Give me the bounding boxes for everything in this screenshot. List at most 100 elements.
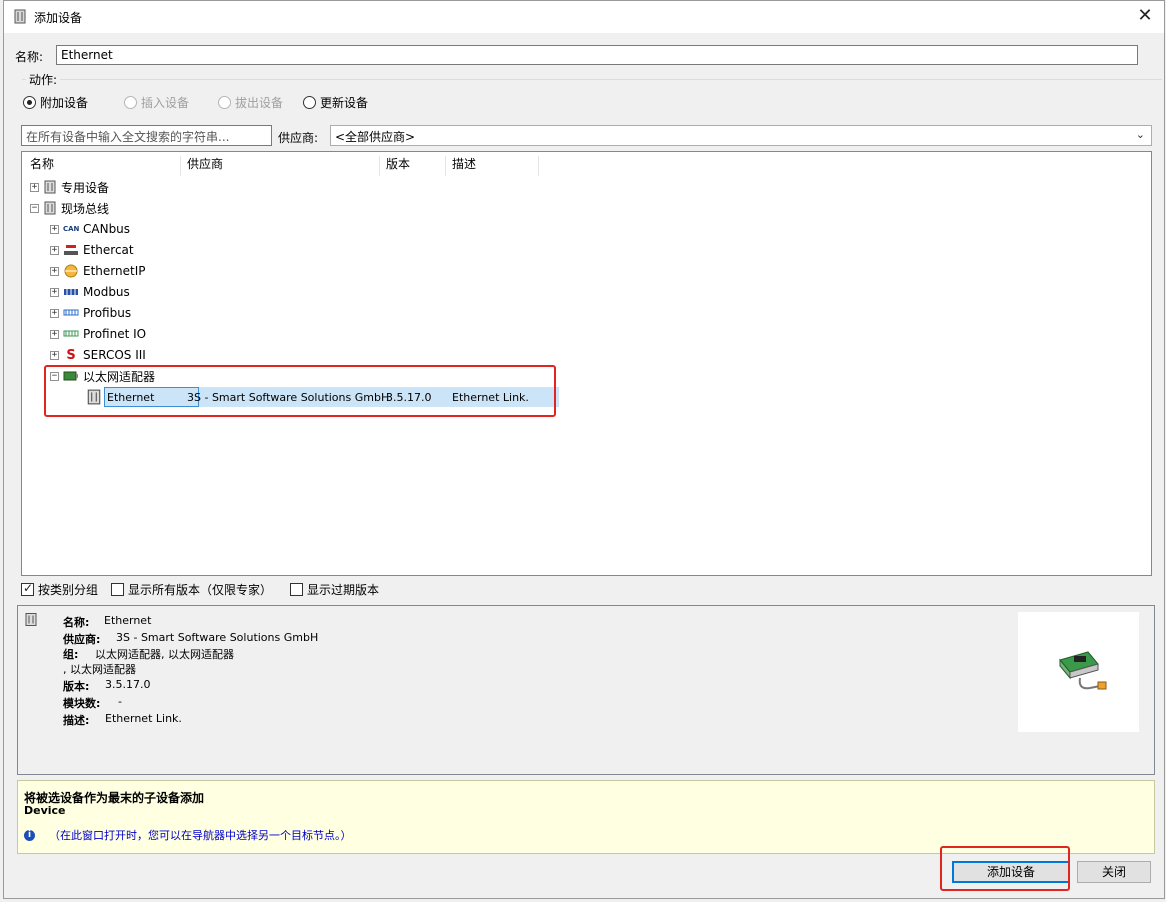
vendor-label: 供应商:	[278, 131, 319, 145]
message-subtitle: Device	[24, 804, 66, 817]
tree-node-label: SERCOS III	[83, 348, 146, 362]
vendor-value: <全部供应商>	[335, 130, 416, 144]
message-hint: i （在此窗口打开时，您可以在导航器中选择另一个目标节点。）	[24, 827, 352, 843]
action-title: 动作:	[26, 71, 61, 88]
expand-icon[interactable]: +	[30, 182, 39, 192]
radio-dot	[303, 96, 316, 109]
column-header-description[interactable]: 描述	[446, 156, 539, 176]
window-title: 添加设备	[34, 11, 83, 25]
tree-node-label: Profibus	[83, 306, 132, 320]
checkbox-label: 按类别分组	[38, 583, 99, 597]
radio-dot	[23, 96, 36, 109]
info-vendor-label: 供应商:	[63, 633, 101, 646]
checkbox	[290, 583, 303, 596]
checkbox-show-all-versions[interactable]: 显示所有版本（仅限专家）	[111, 581, 272, 598]
tree-node-label: 专用设备	[61, 180, 110, 195]
name-field[interactable]: Ethernet	[56, 45, 1138, 65]
radio-label: 附加设备	[40, 96, 89, 110]
radio-label: 更新设备	[320, 96, 369, 110]
info-desc-label: 描述:	[63, 714, 90, 727]
device-info-panel: 名称: Ethernet 供应商: 3S - Smart Software So…	[17, 605, 1155, 775]
close-button[interactable]: 关闭	[1077, 861, 1151, 883]
info-group-label: 组:	[63, 648, 79, 661]
tree-node-canbus[interactable]: + CAN CANbus	[50, 220, 130, 238]
tree-node-special-devices[interactable]: + 专用设备	[30, 178, 109, 196]
checkbox-show-outdated[interactable]: 显示过期版本	[290, 581, 379, 598]
add-device-dialog: 添加设备 ✕ 名称: Ethernet 动作: 附加设备 插入设备 拔出设备 更…	[3, 0, 1165, 899]
profibus-icon	[63, 309, 79, 316]
tree-node-profibus[interactable]: + Profibus	[50, 304, 131, 322]
expand-icon[interactable]: +	[50, 350, 59, 360]
info-version-label: 版本:	[63, 680, 90, 693]
expand-icon[interactable]: +	[50, 287, 59, 297]
checkbox-label: 显示所有版本（仅限专家）	[128, 583, 273, 597]
can-icon: CAN	[63, 225, 80, 233]
info-version-value: 3.5.17.0	[105, 678, 151, 691]
title-bar: 添加设备 ✕	[4, 1, 1164, 33]
column-header-vendor[interactable]: 供应商	[181, 156, 380, 176]
radio-insert-device[interactable]: 插入设备	[124, 94, 189, 111]
info-name-label: 名称:	[63, 616, 90, 629]
tree-node-label: Ethercat	[83, 243, 134, 257]
name-label: 名称:	[15, 50, 44, 64]
info-modules-value: -	[118, 695, 122, 708]
device-icon	[14, 9, 26, 24]
tree-node-label: 现场总线	[61, 201, 110, 216]
tree-node-ethercat[interactable]: + Ethercat	[50, 241, 134, 259]
message-panel: 将被选设备作为最末的子设备添加 Device i （在此窗口打开时，您可以在导航…	[17, 780, 1155, 854]
radio-update-device[interactable]: 更新设备	[303, 94, 368, 111]
device-preview-image	[1018, 612, 1139, 732]
checkbox	[111, 583, 124, 596]
info-desc-value: Ethernet Link.	[105, 712, 182, 725]
tree-node-ethernetip[interactable]: + EthernetIP	[50, 262, 145, 280]
radio-label: 插入设备	[141, 96, 190, 110]
expand-icon[interactable]: +	[50, 266, 59, 276]
tree-node-label: EthernetIP	[83, 264, 146, 278]
checkbox-group-by-category[interactable]: 按类别分组	[21, 581, 98, 598]
radio-unplug-device[interactable]: 拔出设备	[218, 94, 283, 111]
info-vendor-value: 3S - Smart Software Solutions GmbH	[116, 631, 319, 644]
tree-node-label: Modbus	[83, 285, 130, 299]
tree-node-modbus[interactable]: + Modbus	[50, 283, 130, 301]
sercos-icon: S	[66, 347, 76, 363]
tree-node-label: Profinet IO	[83, 327, 147, 341]
radio-label: 拔出设备	[235, 96, 284, 110]
device-icon	[44, 180, 56, 194]
column-header-name[interactable]: 名称	[24, 156, 181, 176]
tree-node-sercos[interactable]: + S SERCOS III	[50, 346, 146, 364]
column-header-version[interactable]: 版本	[380, 156, 446, 176]
device-icon	[44, 201, 56, 215]
info-icon: i	[24, 829, 35, 841]
device-icon	[25, 613, 37, 626]
checkbox-label: 显示过期版本	[307, 583, 380, 597]
expand-icon[interactable]: +	[50, 308, 59, 318]
info-group-value: 以太网适配器, 以太网适配器	[95, 648, 234, 661]
highlight-box-selection	[44, 365, 556, 417]
chevron-down-icon: ⌄	[1135, 128, 1145, 141]
vendor-dropdown[interactable]: <全部供应商> ⌄	[330, 125, 1152, 146]
device-tree[interactable]: 名称 供应商 版本 描述 + 专用设备 − 现场总线 + CAN CANbus …	[21, 151, 1152, 576]
radio-dot	[124, 96, 137, 109]
expand-icon[interactable]: +	[50, 329, 59, 339]
ethercat-icon	[64, 245, 78, 255]
message-hint-text: （在此窗口打开时，您可以在导航器中选择另一个目标节点。）	[49, 829, 352, 842]
info-name-value: Ethernet	[104, 614, 152, 627]
info-modules-label: 模块数:	[63, 697, 101, 710]
search-input[interactable]: 在所有设备中输入全文搜索的字符串...	[21, 125, 272, 146]
network-card-icon	[1059, 651, 1107, 690]
ethernetip-icon	[64, 264, 78, 278]
radio-dot	[218, 96, 231, 109]
info-group-value-2: , 以太网适配器	[63, 663, 136, 676]
modbus-icon	[64, 289, 78, 295]
collapse-icon[interactable]: −	[30, 203, 39, 213]
tree-node-fieldbus[interactable]: − 现场总线	[30, 199, 109, 217]
expand-icon[interactable]: +	[50, 224, 59, 234]
tree-node-profinet-io[interactable]: + Profinet IO	[50, 325, 146, 343]
highlight-box-add-button	[940, 846, 1070, 891]
tree-node-label: CANbus	[83, 222, 131, 236]
expand-icon[interactable]: +	[50, 245, 59, 255]
profinet-icon	[63, 330, 79, 337]
close-icon[interactable]: ✕	[1134, 5, 1156, 27]
radio-append-device[interactable]: 附加设备	[23, 94, 88, 111]
checkbox	[21, 581, 34, 596]
